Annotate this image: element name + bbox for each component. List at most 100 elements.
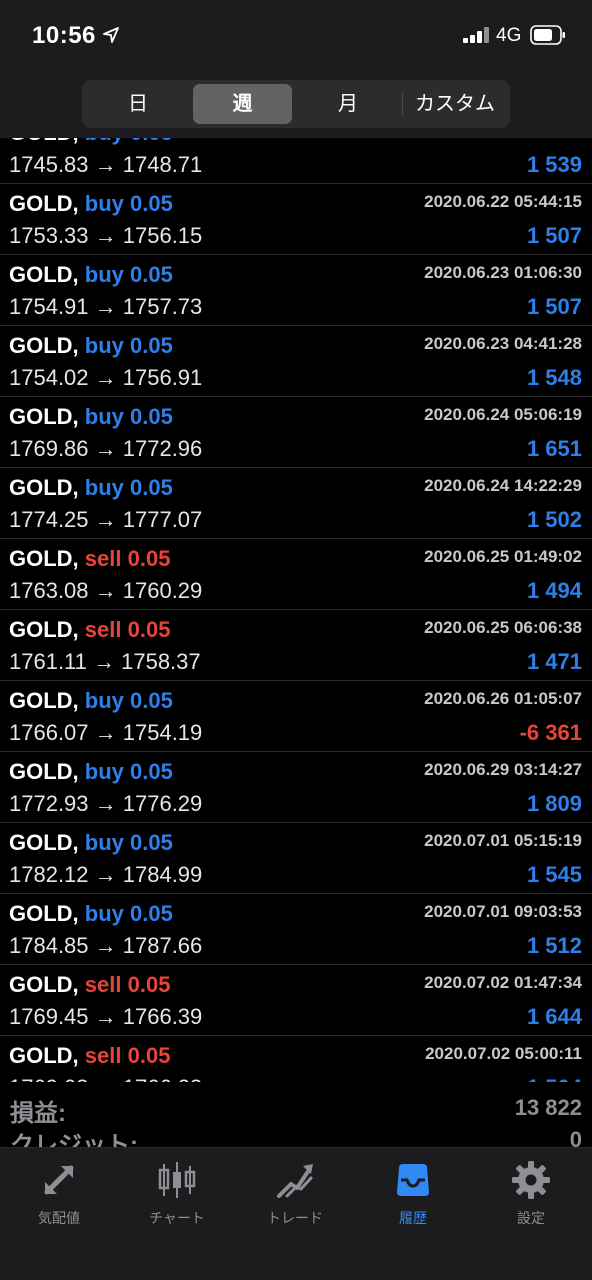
trade-symbol: GOLD, — [9, 475, 79, 500]
trade-prices: 1784.85 → 1787.66 — [9, 933, 203, 958]
trade-row[interactable]: GOLD, buy 0.05 2020.06.29 03:14:27 1772.93… — [0, 752, 592, 823]
trade-time: 2020.07.01 05:15:19 — [424, 831, 582, 850]
trade-profit: 1 545 — [526, 862, 582, 887]
trade-row[interactable]: GOLD, buy 0.05 2020.06.24 05:06:19 1769.86… — [0, 397, 592, 468]
trade-time: 2020.06.23 01:06:30 — [424, 263, 582, 282]
trade-symbol: GOLD, — [9, 972, 79, 997]
trade-symbol: GOLD, — [9, 191, 79, 216]
trade-time: 2020.06.24 14:22:29 — [424, 476, 582, 495]
trade-prices: 1774.25 → 1777.07 — [9, 507, 203, 532]
trade-history-list-content: GOLD, buy 0.05 2020.06.22 05:44:15 1745.83… — [0, 138, 592, 1082]
tab-settings[interactable]: 設定 — [472, 1158, 590, 1238]
trade-row[interactable]: GOLD, sell 0.05 2020.07.02 01:47:34 1769.4… — [0, 965, 592, 1036]
trade-prices: 1763.08 → 1760.29 — [9, 578, 203, 603]
trade-time: 2020.06.25 06:06:38 — [424, 618, 582, 637]
summary-credit-row: クレジット: 0 — [0, 1125, 592, 1147]
trade-row[interactable]: GOLD, buy 0.05 2020.06.24 14:22:29 1774.25… — [0, 468, 592, 539]
trade-side: buy 0.05 — [84, 901, 173, 926]
trade-profit: 1 809 — [526, 791, 582, 816]
trade-icon — [277, 1164, 313, 1198]
trade-side: buy 0.05 — [84, 191, 173, 216]
trade-symbol: GOLD, — [9, 404, 79, 429]
trade-time: 2020.06.26 01:05:07 — [424, 689, 582, 708]
trade-time: 2020.06.22 05:44:15 — [424, 138, 582, 141]
trade-profit: 1 504 — [527, 1075, 582, 1082]
tab-history[interactable]: 履歴 — [354, 1158, 472, 1238]
trade-profit: 1 502 — [526, 507, 582, 532]
period-tab-day[interactable]: 日 — [86, 84, 190, 124]
segment-divider — [402, 92, 403, 116]
trade-prices: 1772.93 → 1776.29 — [9, 791, 203, 816]
trade-prices: 1754.91 → 1757.73 — [9, 294, 203, 319]
trade-row[interactable]: GOLD, buy 0.05 2020.06.23 01:06:30 1754.91… — [0, 255, 592, 326]
history-summary: 損益: 13 822 クレジット: 0 — [0, 1083, 592, 1147]
trade-title: GOLD, buy 0.05 — [9, 191, 173, 217]
tab-trade-label: トレード — [267, 1210, 323, 1226]
trade-profit: 1 651 — [526, 436, 582, 461]
trade-profit: -6 361 — [519, 720, 582, 745]
tab-chart-label: チャート — [149, 1210, 205, 1226]
trade-title: GOLD, sell 0.05 — [9, 972, 170, 998]
period-tab-month[interactable]: 月 — [296, 84, 400, 124]
trade-profit: 1 539 — [526, 152, 582, 177]
tab-settings-label: 設定 — [517, 1210, 545, 1226]
trade-row[interactable]: GOLD, sell 0.05 2020.07.02 05:00:11 1769.0… — [0, 1036, 592, 1082]
trade-row[interactable]: GOLD, sell 0.05 2020.06.25 01:49:02 1763.0… — [0, 539, 592, 610]
trade-prices: 1766.07 → 1754.19 — [9, 720, 203, 745]
trade-title: GOLD, buy 0.05 — [9, 404, 173, 430]
trade-profit: 1 471 — [526, 649, 582, 674]
trade-title: GOLD, buy 0.05 — [9, 688, 173, 714]
summary-profit-row: 損益: 13 822 — [0, 1093, 592, 1127]
cellular-signal-icon — [463, 27, 489, 43]
period-segmented-control: 日 週 月 カスタム — [82, 80, 510, 128]
trade-time: 2020.06.23 04:41:28 — [424, 334, 582, 353]
quotes-icon — [44, 1165, 74, 1195]
chart-icon — [158, 1162, 196, 1198]
trade-title: GOLD, sell 0.05 — [9, 1043, 170, 1069]
trade-time: 2020.07.02 05:00:11 — [425, 1044, 582, 1063]
trade-row[interactable]: GOLD, sell 0.05 2020.06.25 06:06:38 1761.1… — [0, 610, 592, 681]
trade-side: buy 0.05 — [84, 262, 173, 287]
status-time: 10:56 — [32, 22, 96, 49]
trade-time: 2020.06.29 03:14:27 — [424, 760, 582, 779]
trade-side: sell 0.05 — [84, 546, 171, 571]
trade-row[interactable]: GOLD, buy 0.05 2020.07.01 05:15:19 1782.12… — [0, 823, 592, 894]
trade-title: GOLD, buy 0.05 — [9, 901, 173, 927]
settings-icon — [512, 1161, 550, 1199]
trade-time: 2020.07.02 01:47:34 — [424, 973, 582, 992]
tab-chart[interactable]: チャート — [118, 1158, 236, 1238]
tab-trade[interactable]: トレード — [236, 1158, 354, 1238]
summary-credit-value: 0 — [569, 1127, 582, 1147]
trade-row[interactable]: GOLD, buy 0.05 2020.06.26 01:05:07 1766.07… — [0, 681, 592, 752]
trade-prices: 1754.02 → 1756.91 — [9, 365, 203, 390]
trade-title: GOLD, buy 0.05 — [9, 333, 173, 359]
trade-prices: 1769.45 → 1766.39 — [9, 1004, 203, 1029]
summary-profit-label: 損益: — [10, 1100, 66, 1127]
trade-row[interactable]: GOLD, buy 0.05 2020.06.22 05:44:15 1753.33… — [0, 184, 592, 255]
trade-row[interactable]: GOLD, buy 0.05 2020.06.23 04:41:28 1754.02… — [0, 326, 592, 397]
trade-time: 2020.06.22 05:44:15 — [424, 192, 582, 211]
history-screen: 10:56 4G 日 週 月 カスタム GOLD, buy 0.05 2020.0… — [0, 0, 592, 1280]
trade-symbol: GOLD, — [9, 759, 79, 784]
trade-time: 2020.06.25 01:49:02 — [424, 547, 582, 566]
trade-side: sell 0.05 — [84, 617, 171, 642]
trade-symbol: GOLD, — [9, 617, 79, 642]
tab-quotes[interactable]: 気配値 — [0, 1158, 118, 1238]
trade-row[interactable]: GOLD, buy 0.05 2020.06.22 05:44:15 1745.83… — [0, 138, 592, 184]
trade-side: buy 0.05 — [84, 404, 173, 429]
trade-history-list[interactable]: GOLD, buy 0.05 2020.06.22 05:44:15 1745.83… — [0, 138, 592, 1082]
trade-prices: 1761.11 → 1758.37 — [9, 649, 201, 674]
period-tab-week[interactable]: 週 — [193, 84, 292, 124]
status-bar: 10:56 4G — [0, 0, 592, 70]
trade-symbol: GOLD, — [9, 830, 79, 855]
trade-side: sell 0.05 — [84, 972, 171, 997]
trade-symbol: GOLD, — [9, 1043, 79, 1068]
trade-row[interactable]: GOLD, buy 0.05 2020.07.01 09:03:53 1784.85… — [0, 894, 592, 965]
period-tab-custom[interactable]: カスタム — [404, 84, 506, 124]
trade-prices: 1769.03 → 1766.23 — [9, 1075, 202, 1082]
trade-side: sell 0.05 — [84, 1043, 171, 1068]
trade-title: GOLD, sell 0.05 — [9, 617, 170, 643]
summary-profit-value: 13 822 — [514, 1095, 582, 1120]
bottom-tab-bar: 気配値 チャート トレード 履歴 設定 — [0, 1147, 592, 1280]
trade-profit: 1 644 — [526, 1004, 582, 1029]
